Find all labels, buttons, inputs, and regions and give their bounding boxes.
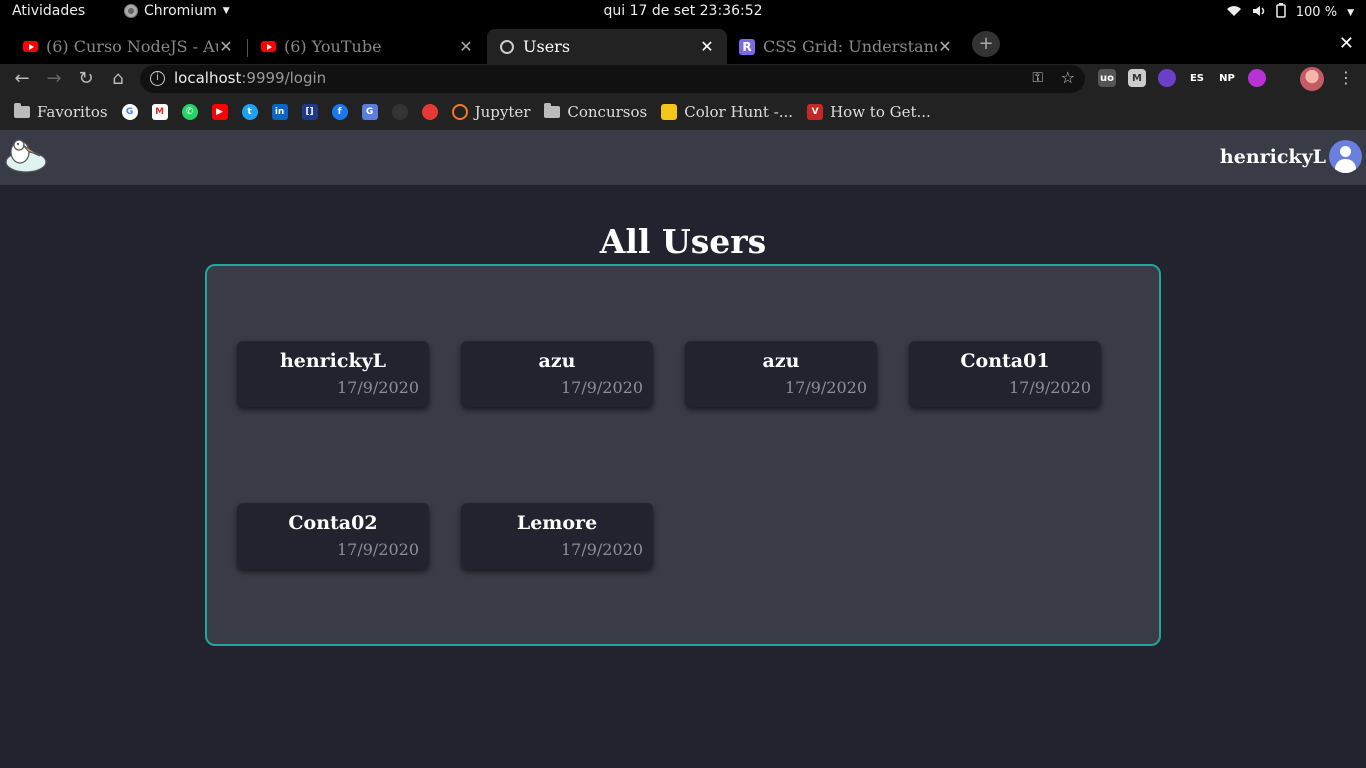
pelican-logo[interactable] [4,136,48,174]
battery-level: 100 % [1295,5,1338,20]
page-title: All Users [599,222,767,261]
user-name: azu [538,350,576,372]
user-name: Conta01 [960,350,1050,372]
google-icon[interactable]: G [121,104,138,120]
m-extension-icon[interactable]: M [1128,69,1146,87]
bookmark-label: Concursos [567,103,648,121]
np-extension-icon[interactable]: NP [1218,69,1236,87]
bookmark-how-to-get[interactable]: V How to Get... [807,103,931,121]
users-panel: henrickyL 17/9/2020 azu 17/9/2020 azu 17… [205,264,1161,646]
bookmark-label: Color Hunt -... [684,103,794,121]
system-tray[interactable]: 100 % ▼ [1226,3,1354,22]
user-card[interactable]: Conta02 17/9/2020 [237,503,429,569]
jupyter-icon [451,104,468,120]
whatsapp-icon[interactable]: ✆ [181,104,198,120]
page-content: henrickyL All Users henrickyL 17/9/2020 … [0,130,1366,768]
bookmark-favoritos[interactable]: Favoritos [14,103,108,121]
user-date: 17/9/2020 [560,540,643,559]
youtube-icon [260,39,276,55]
user-card[interactable]: azu 17/9/2020 [685,341,877,407]
user-card[interactable]: Lemore 17/9/2020 [461,503,653,569]
gmail-icon[interactable]: M [151,104,168,120]
user-date: 17/9/2020 [1008,378,1091,397]
linkedin-icon[interactable]: in [271,104,288,120]
r-icon: R [739,38,755,55]
user-card[interactable]: azu 17/9/2020 [461,341,653,407]
new-tab-button[interactable]: + [972,31,1000,57]
kebab-menu-icon[interactable]: ⋮ [1338,68,1354,87]
address-url[interactable]: localhost:9999/login [174,69,326,87]
bookmark-site-icon: V [807,104,824,120]
tab-label: (6) Curso NodeJS - Au [46,37,218,56]
eye-extension-icon[interactable] [1158,69,1176,87]
twitter-icon[interactable]: t [241,104,258,120]
tab-strip: (6) Curso NodeJS - Au ✕ (6) YouTube ✕ Us… [0,24,1366,64]
bookmark-color-hunt[interactable]: Color Hunt -... [661,103,793,121]
bookmark-label: How to Get... [830,103,931,121]
bookmark-label: Jupyter [474,103,531,121]
close-icon[interactable]: ✕ [937,37,953,56]
spotify-icon[interactable] [391,104,408,120]
tab-curso-nodejs[interactable]: (6) Curso NodeJS - Au ✕ [10,29,246,64]
translate-icon[interactable]: G [361,104,378,120]
user-avatar-icon[interactable] [1329,140,1362,173]
close-icon[interactable]: ✕ [218,37,234,56]
dev-icon[interactable]: [] [301,104,318,120]
profile-avatar[interactable] [1300,67,1324,91]
extensions-area: uo M ES NP [1098,69,1266,87]
purple-extension-icon[interactable] [1248,69,1266,87]
user-date: 17/9/2020 [560,378,643,397]
folder-icon [14,103,30,118]
tab-youtube[interactable]: (6) YouTube ✕ [248,29,486,64]
chevron-down-icon: ▼ [1347,7,1354,18]
back-icon[interactable]: ← [11,68,33,90]
tab-users[interactable]: Users ✕ [487,29,727,64]
user-card[interactable]: Conta01 17/9/2020 [909,341,1101,407]
user-date: 17/9/2020 [336,540,419,559]
reload-icon[interactable]: ↻ [75,68,97,90]
user-date: 17/9/2020 [336,378,419,397]
battery-icon [1276,3,1286,22]
home-icon[interactable]: ⌂ [107,68,129,90]
tab-css-grid[interactable]: R CSS Grid: Understand ✕ [727,29,965,64]
system-top-bar: Atividades Chromium ▼ qui 17 de set 23:3… [0,0,1366,24]
close-icon[interactable]: ✕ [699,37,715,56]
browser-toolbar: ← → ↻ ⌂ i localhost:9999/login ⚿ ☆ uo M … [0,64,1366,94]
bookmark-jupyter[interactable]: Jupyter [451,103,531,121]
user-name: Lemore [516,512,598,534]
tomato-icon[interactable] [421,104,438,120]
folder-icon [544,103,561,118]
key-icon[interactable]: ⚿ [1032,70,1043,86]
user-name: henrickyL [279,350,387,372]
info-icon[interactable]: i [150,71,165,86]
clock[interactable]: qui 17 de set 23:36:52 [0,3,1366,19]
bookmarks-bar: Favoritos G M ✆ ▶ t in [] f G Jupyter Co… [0,94,1366,130]
user-card[interactable]: henrickyL 17/9/2020 [237,341,429,407]
bookmark-concursos[interactable]: Concursos [544,103,647,121]
user-name: azu [762,350,800,372]
current-username[interactable]: henrickyL [1220,146,1326,168]
facebook-icon[interactable]: f [331,104,348,120]
es-extension-icon[interactable]: ES [1188,69,1206,87]
forward-icon[interactable]: → [43,68,65,90]
tab-label: Users [523,37,571,56]
color-hunt-icon [661,104,678,120]
user-date: 17/9/2020 [784,378,867,397]
star-icon[interactable]: ☆ [1061,68,1075,87]
globe-icon [499,39,515,55]
user-name: Conta02 [288,512,378,534]
volume-icon [1252,5,1266,21]
window-close-icon[interactable]: ✕ [1339,33,1354,54]
wifi-icon [1226,5,1242,21]
youtube-icon[interactable]: ▶ [211,104,228,120]
close-icon[interactable]: ✕ [458,37,474,56]
youtube-icon [22,39,38,55]
ublock-icon[interactable]: uo [1098,69,1116,87]
tab-label: (6) YouTube [284,37,382,56]
bookmark-label: Favoritos [37,103,108,121]
tab-label: CSS Grid: Understand [763,37,937,56]
address-bar[interactable]: i localhost:9999/login ⚿ ☆ [140,65,1085,93]
app-header: henrickyL [0,130,1366,185]
